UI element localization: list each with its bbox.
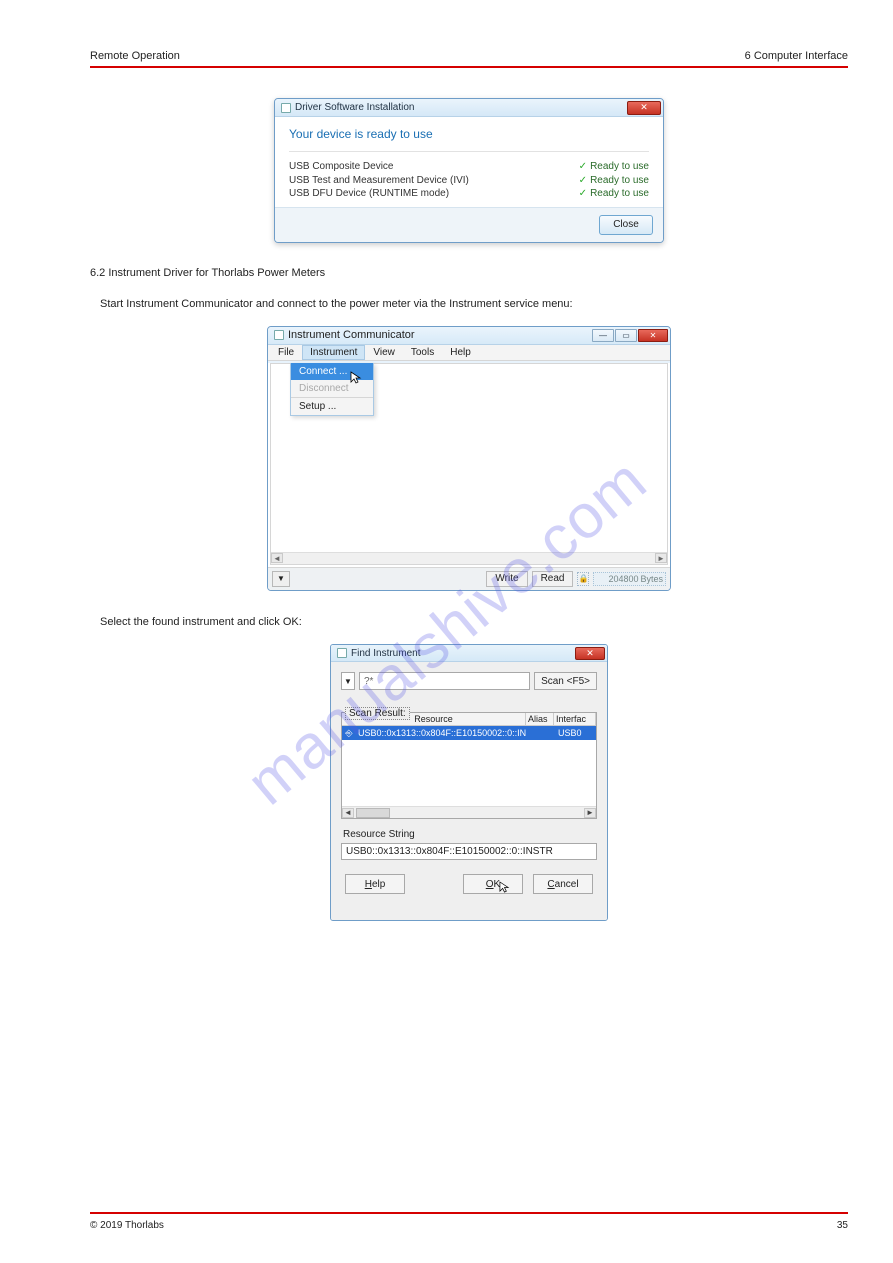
footer-page: 35: [837, 1220, 848, 1231]
scan-result-list: Resource Alias Interfac ⎆ USB0::0x1313::…: [341, 712, 597, 819]
check-icon: ✓: [579, 187, 587, 201]
list-item[interactable]: ⎆ USB0::0x1313::0x804F::E10150002::0::IN…: [342, 726, 596, 740]
menubar: File Instrument View Tools Help: [268, 345, 670, 361]
col-interface[interactable]: Interfac: [554, 713, 596, 725]
instruction-2: Select the found instrument and click OK…: [90, 615, 848, 630]
bytes-value: 204800: [596, 574, 638, 584]
row-interface: USB0: [554, 728, 596, 738]
app-icon: [281, 103, 291, 113]
minimize-icon[interactable]: —: [592, 329, 614, 342]
close-icon[interactable]: ✕: [638, 329, 668, 342]
bottom-toolbar: ▼ Write Read 🔒 204800 Bytes: [268, 567, 670, 590]
scrollbar-x[interactable]: ◄ ►: [271, 552, 667, 564]
resource-string-field[interactable]: USB0::0x1313::0x804F::E10150002::0::INST…: [341, 843, 597, 860]
dialog3-title: Find Instrument: [351, 648, 420, 659]
page-footer: © 2019 Thorlabs 35: [90, 1212, 848, 1231]
close-icon[interactable]: ✕: [627, 101, 661, 115]
dialog3-titlebar: Find Instrument ✕: [331, 645, 607, 662]
instrument-communicator-window: Instrument Communicator — ▭ ✕ File Instr…: [267, 326, 671, 591]
scroll-thumb[interactable]: [356, 808, 390, 818]
scan-button[interactable]: Scan <F5>: [534, 672, 597, 690]
check-icon: ✓: [579, 174, 587, 188]
col-alias[interactable]: Alias: [526, 713, 554, 725]
write-button[interactable]: Write: [486, 571, 527, 587]
device-row: USB Composite Device ✓Ready to use: [289, 160, 649, 174]
scroll-left-icon[interactable]: ◄: [342, 808, 354, 818]
help-button[interactable]: Help: [345, 874, 405, 894]
scroll-left-icon[interactable]: ◄: [271, 553, 283, 563]
find-instrument-dialog: Find Instrument ✕ ▼ ?* Scan <F5> Scan Re…: [330, 644, 608, 921]
menu-instrument[interactable]: Instrument: [302, 345, 365, 360]
footer-rule: [90, 1212, 848, 1214]
bytes-label: Bytes: [640, 574, 663, 584]
page-header: Remote Operation 6 Computer Interface: [90, 50, 848, 62]
app-icon: [337, 648, 347, 658]
cursor-icon: [499, 881, 559, 897]
dialog2-titlebar: Instrument Communicator — ▭ ✕: [268, 327, 670, 345]
check-icon: ✓: [579, 160, 587, 174]
dropdown-icon[interactable]: ▼: [341, 672, 355, 690]
menu-help[interactable]: Help: [442, 345, 479, 360]
device-status: Ready to use: [590, 187, 649, 201]
header-rule: [90, 66, 848, 68]
read-button[interactable]: Read: [532, 571, 574, 587]
dialog1-heading: Your device is ready to use: [289, 127, 649, 141]
resource-string-label: Resource String: [343, 829, 597, 840]
instruction-1: Start Instrument Communicator and connec…: [90, 297, 848, 312]
close-button[interactable]: Close: [599, 215, 653, 235]
scroll-right-icon[interactable]: ►: [655, 553, 667, 563]
driver-install-dialog: Driver Software Installation ✕ Your devi…: [274, 98, 664, 243]
menu-file[interactable]: File: [270, 345, 302, 360]
menu-view[interactable]: View: [365, 345, 403, 360]
menu-tools[interactable]: Tools: [403, 345, 442, 360]
dialog2-title: Instrument Communicator: [288, 329, 415, 341]
device-row: USB DFU Device (RUNTIME mode) ✓Ready to …: [289, 187, 649, 201]
dropdown-icon[interactable]: ▼: [272, 571, 290, 587]
bytes-indicator: 204800 Bytes: [593, 572, 666, 586]
menu-setup[interactable]: Setup ...: [291, 397, 373, 415]
dialog1-titlebar: Driver Software Installation ✕: [275, 99, 663, 117]
device-row: USB Test and Measurement Device (IVI) ✓R…: [289, 174, 649, 188]
maximize-icon[interactable]: ▭: [615, 329, 637, 342]
device-name: USB Composite Device: [289, 160, 393, 174]
scroll-right-icon[interactable]: ►: [584, 808, 596, 818]
close-icon[interactable]: ✕: [575, 647, 605, 660]
lock-icon[interactable]: 🔒: [577, 572, 589, 586]
divider: [289, 151, 649, 152]
row-resource: USB0::0x1313::0x804F::E10150002::0::INST…: [356, 728, 526, 738]
device-status: Ready to use: [590, 174, 649, 188]
footer-copyright: © 2019 Thorlabs: [90, 1220, 164, 1231]
scan-result-label: Scan Result:: [345, 707, 410, 720]
section-label: 6.2 Instrument Driver for Thorlabs Power…: [90, 267, 848, 279]
app-icon: [274, 330, 284, 340]
usb-icon: ⎆: [342, 728, 356, 739]
device-name: USB Test and Measurement Device (IVI): [289, 174, 469, 188]
device-status: Ready to use: [590, 160, 649, 174]
header-right: 6 Computer Interface: [745, 50, 848, 62]
header-left: Remote Operation: [90, 50, 180, 62]
scrollbar-x[interactable]: ◄ ►: [342, 806, 596, 818]
device-name: USB DFU Device (RUNTIME mode): [289, 187, 449, 201]
search-input[interactable]: ?*: [359, 672, 530, 690]
dialog1-title: Driver Software Installation: [295, 102, 415, 113]
